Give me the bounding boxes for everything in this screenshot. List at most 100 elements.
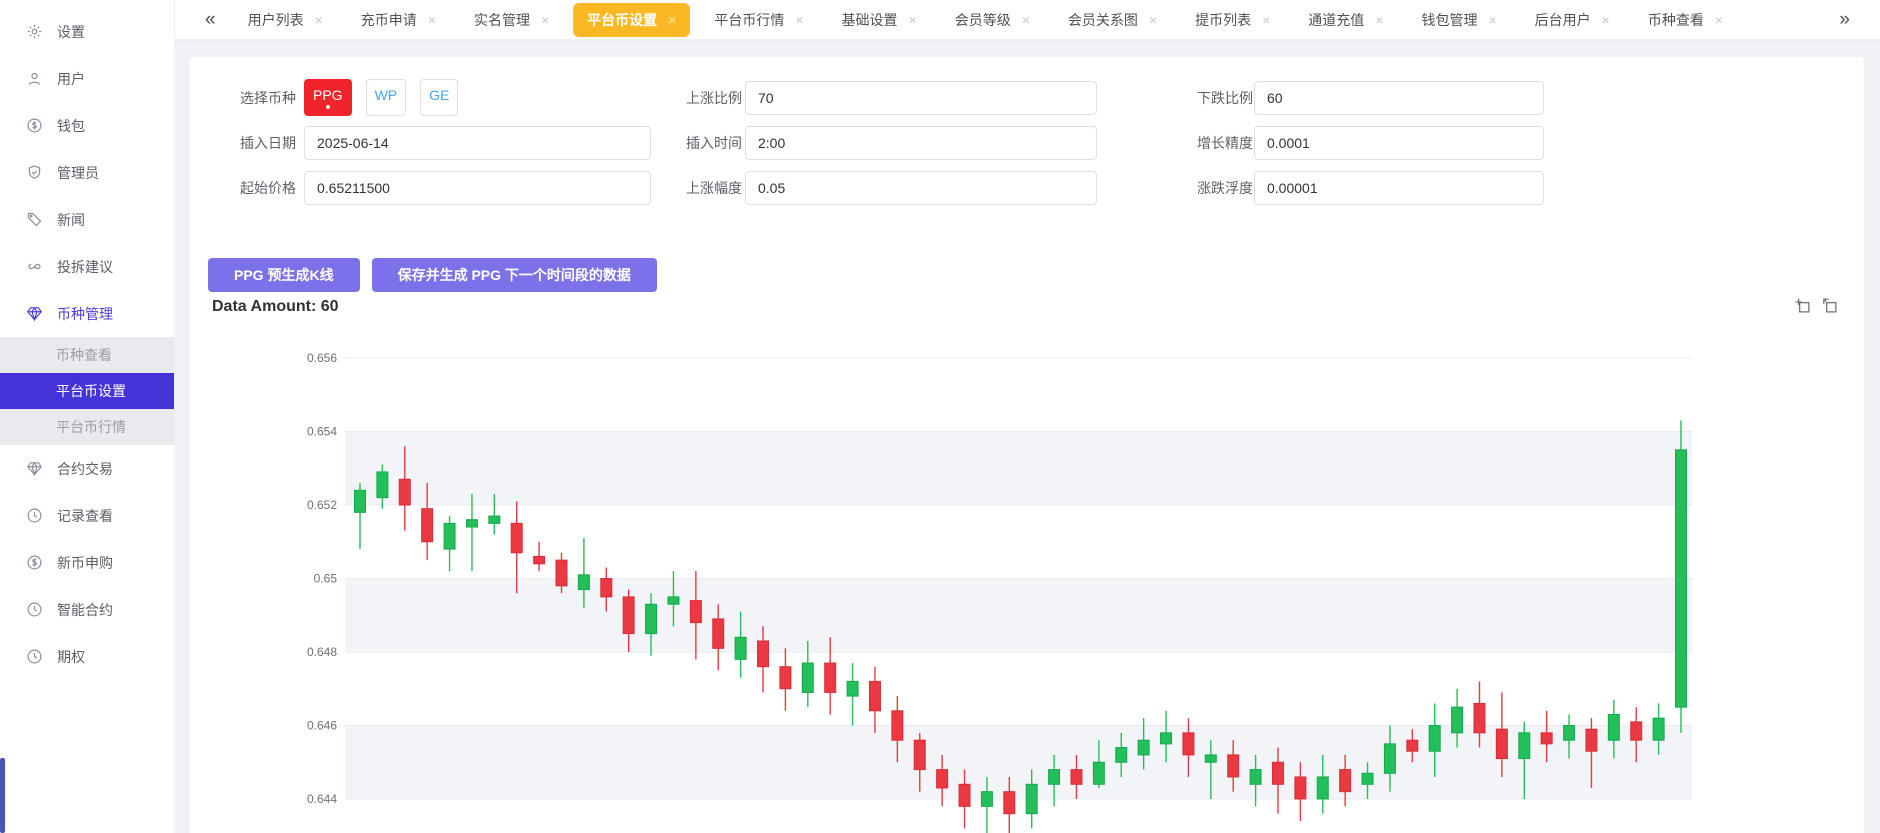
tab-label: 用户列表 [247,11,304,28]
tab-close-icon[interactable]: × [1715,13,1723,27]
start-price-input[interactable] [304,171,651,205]
tab-list: 用户列表 × 充币申请 × 实名管理 × 平台币设置 × 平台币行情 × 基础设置 × 会员等级 × 会员关… [224,2,1832,37]
coin-button-ppg[interactable]: PPG [304,79,352,116]
rise-ratio-input[interactable] [745,81,1097,115]
tab-label: 平台币行情 [714,11,785,28]
tab-1[interactable]: 充币申请 × [347,3,450,37]
tab-close-icon[interactable]: × [1488,13,1496,27]
fall-ratio-input[interactable] [1254,81,1544,115]
tab-label: 平台币设置 [587,11,658,28]
tab-11[interactable]: 后台用户 × [1521,3,1624,37]
insert-time-input[interactable] [745,126,1097,160]
coin-button-ge-label: GE [429,86,450,103]
tab-close-icon[interactable]: × [1602,13,1610,27]
sidebar-item-9[interactable]: 新币申购 [0,539,174,586]
sidebar-item-4[interactable]: 新闻 [0,196,174,243]
tab-close-icon[interactable]: × [795,13,803,27]
sidebar-subitem-6-2[interactable]: 平台币行情 [0,409,174,445]
sidebar-item-7[interactable]: 合约交易 [0,445,174,492]
tab-close-icon[interactable]: × [909,13,917,27]
tab-5[interactable]: 基础设置 × [828,3,931,37]
tab-label: 会员等级 [954,11,1011,28]
tab-close-icon[interactable]: × [1022,13,1030,27]
chart-toolbox [1794,297,1838,314]
sidebar-item-1[interactable]: 用户 [0,55,174,102]
tab-close-icon[interactable]: × [541,13,549,27]
sidebar-item-label: 投拆建议 [57,258,113,275]
sidebar-item-label: 智能合约 [57,601,113,618]
sidebar-item-8[interactable]: 记录查看 [0,492,174,539]
sidebar-item-11[interactable]: 期权 [0,633,174,680]
svg-text:0.648: 0.648 [307,645,337,659]
tab-close-icon[interactable]: × [315,13,323,27]
kline-chart-canvas[interactable]: 0.656 0.654 0.652 0.65 0.648 0.646 0.644 [190,345,1864,833]
clock-icon [26,507,43,524]
growth-precision-input[interactable] [1254,126,1544,160]
tab-3[interactable]: 平台币设置 × [573,2,691,37]
tab-9[interactable]: 通道充值 × [1294,3,1397,37]
sidebar-item-5[interactable]: 投拆建议 [0,243,174,290]
sidebar-item-label: 币种管理 [57,305,113,322]
action-buttons: PPG 预生成K线 保存并生成 PPG 下一个时间段的数据 [208,258,657,292]
tab-close-icon[interactable]: × [668,13,676,27]
gear-icon [26,23,43,40]
sidebar-item-label: 设置 [57,23,85,40]
sidebar-item-6[interactable]: 币种管理 [0,290,174,337]
save-generate-next-period-button[interactable]: 保存并生成 PPG 下一个时间段的数据 [371,258,657,292]
rise-amplitude-input[interactable] [745,171,1097,205]
tab-2[interactable]: 实名管理 × [460,3,563,37]
kline-chart[interactable]: 0.656 0.654 0.652 0.65 0.648 0.646 0.644 [190,345,1864,833]
diamond-icon [26,460,43,477]
sidebar-scrollbar-thumb[interactable] [0,758,5,833]
tabs-scroll-left-icon[interactable]: « [197,9,224,31]
tab-0[interactable]: 用户列表 × [234,3,337,37]
tab-bar: « 用户列表 × 充币申请 × 实名管理 × 平台币设置 × 平台币行情 × 基础设置 × 会员等级 × 会… [175,0,1880,40]
sidebar-item-label: 新币申购 [57,554,113,571]
data-amount-text: Data Amount: 60 [212,298,339,315]
chart-zoom-select-icon[interactable] [1794,297,1811,314]
tab-8[interactable]: 提币列表 × [1181,3,1284,37]
tab-10[interactable]: 钱包管理 × [1407,3,1510,37]
svg-text:0.656: 0.656 [307,351,337,365]
tab-close-icon[interactable]: × [1375,13,1383,27]
tab-close-icon[interactable]: × [1149,13,1157,27]
svg-text:0.654: 0.654 [307,425,337,439]
sidebar-item-3[interactable]: 管理员 [0,149,174,196]
fall-ratio-label: 下跌比例 [1197,90,1253,106]
fluctuation-label: 涨跌浮度 [1197,180,1253,196]
tab-7[interactable]: 会员关系图 × [1054,3,1171,37]
fluctuation-input[interactable] [1254,171,1544,205]
svg-text:0.65: 0.65 [314,572,338,586]
chart-restore-icon[interactable] [1821,297,1838,314]
sidebar-item-label: 管理员 [57,164,99,181]
tabs-scroll-right-icon[interactable]: » [1831,9,1858,31]
sidebar-item-10[interactable]: 智能合约 [0,586,174,633]
tab-4[interactable]: 平台币行情 × [700,3,817,37]
rise-amplitude-label: 上涨幅度 [686,180,742,196]
tab-12[interactable]: 币种查看 × [1634,3,1737,37]
user-icon [26,70,43,87]
tab-close-icon[interactable]: × [428,13,436,27]
insert-date-input[interactable] [304,126,651,160]
sidebar-subitem-6-0[interactable]: 币种查看 [0,337,174,373]
rise-ratio-label: 上涨比例 [686,90,742,106]
tab-6[interactable]: 会员等级 × [941,3,1044,37]
coin-button-wp-label: WP [374,86,398,103]
sidebar-submenu: 币种查看 平台币设置 平台币行情 [0,337,174,445]
coin-button-wp[interactable]: WP [365,79,407,116]
shield-icon [26,164,43,181]
pregenerate-kline-button[interactable]: PPG 预生成K线 [208,258,360,292]
kline-settings-form: 选择币种 PPG WP GE 上涨比例 下跌比例 [190,57,1864,217]
sidebar-item-2[interactable]: 钱包 [0,102,174,149]
insert-date-label: 插入日期 [240,135,296,151]
coin-selector: PPG WP GE [304,79,459,116]
link-icon [26,258,43,275]
sidebar-item-0[interactable]: 设置 [0,8,174,55]
tab-label: 通道充值 [1308,11,1365,28]
svg-text:0.652: 0.652 [307,498,337,512]
tab-close-icon[interactable]: × [1262,13,1270,27]
coin-button-ge[interactable]: GE [420,79,459,116]
sidebar-subitem-6-1[interactable]: 平台币设置 [0,373,174,409]
insert-time-label: 插入时间 [686,135,742,151]
tab-label: 后台用户 [1534,11,1591,28]
